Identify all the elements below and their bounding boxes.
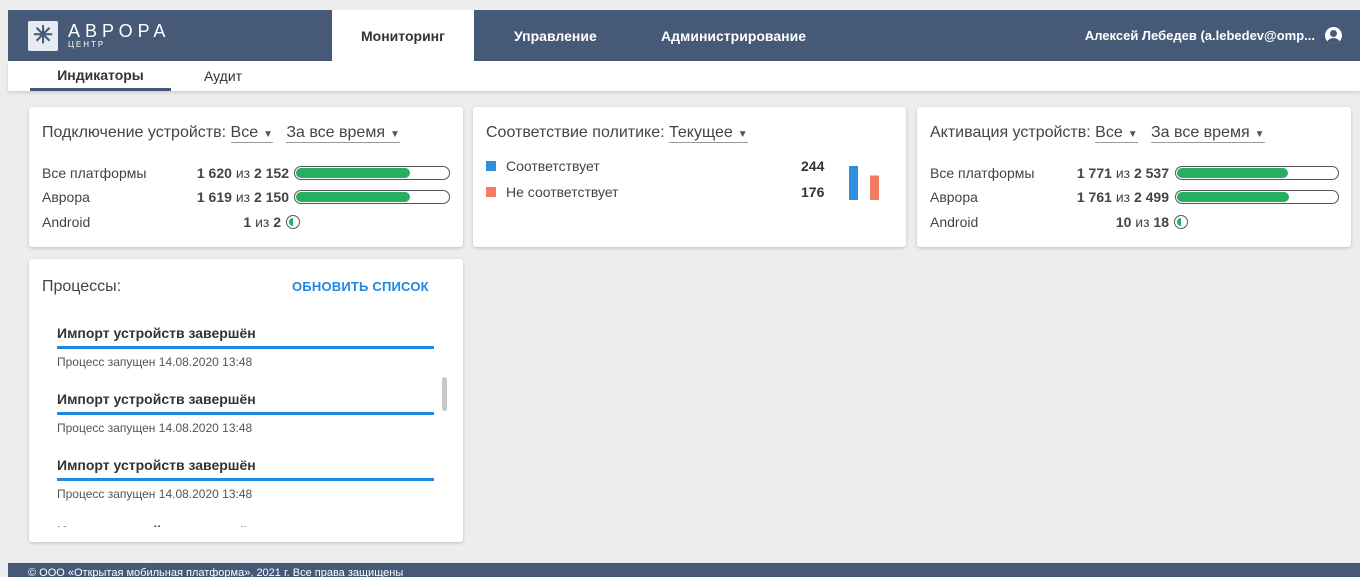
logo-icon: ✳ xyxy=(28,20,58,51)
activation-title: Активация устройств: xyxy=(930,124,1091,141)
tab-management[interactable]: Управление xyxy=(514,10,597,61)
progress-bar xyxy=(1175,190,1339,204)
stat-count: 1 620 из 2 152 xyxy=(196,165,289,181)
legend-compliant: Соответствует xyxy=(486,157,600,175)
legend-noncompliant: Не соответствует xyxy=(486,183,619,201)
footer: © ООО «Открытая мобильная платформа», 20… xyxy=(8,563,1360,577)
platform-filter-dropdown[interactable]: Все ▼ xyxy=(1095,124,1138,143)
refresh-list-button[interactable]: ОБНОВИТЬ СПИСОК xyxy=(292,279,429,294)
user-name: Алексей Лебедев (a.lebedev@omp... xyxy=(1084,28,1315,43)
sub-navigation: Индикаторы Аудит xyxy=(8,61,1360,91)
logo-sub: ЦЕНТР xyxy=(68,39,106,49)
card-title: Активация устройств: Все ▼ За все время ▼ xyxy=(930,124,1265,143)
process-progress-line xyxy=(57,346,434,349)
stat-count: 1 771 из 2 537 xyxy=(1076,165,1169,181)
user-menu[interactable]: Алексей Лебедев (a.lebedev@omp... xyxy=(1085,10,1342,61)
process-title: Импорт устройств завершён xyxy=(57,457,256,473)
row-label: Android xyxy=(930,214,979,230)
row-label: Аврора xyxy=(930,189,978,205)
chevron-down-icon: ▼ xyxy=(389,129,400,140)
device-connection-card: Подключение устройств: Все ▼ За все время… xyxy=(29,107,463,247)
top-header: ✳ АВРОРА ЦЕНТР Мониторинг Управление Адм… xyxy=(8,10,1360,61)
row-label: Все платформы xyxy=(42,165,147,181)
stat-count: 10 из 18 xyxy=(1115,214,1169,230)
stat-count: 1 из 2 xyxy=(243,214,281,230)
period-filter-dropdown[interactable]: За все время ▼ xyxy=(286,124,400,143)
list-item[interactable]: Импорт устройств завершён Процесс запуще… xyxy=(57,321,437,387)
policy-compliance-card: Соответствие политике: Текущее ▼ Соответс… xyxy=(473,107,906,247)
compliance-bar-1 xyxy=(870,175,879,200)
chevron-down-icon: ▼ xyxy=(1127,129,1138,140)
compliant-count: 244 xyxy=(801,158,825,174)
process-subtitle: Процесс запущен 14.08.2020 13:48 xyxy=(57,355,253,369)
stat-row: Android xyxy=(930,212,978,232)
legend-label: Соответствует xyxy=(506,158,600,174)
stat-row: Все платформы xyxy=(42,163,146,183)
list-item[interactable]: Импорт устройств завершён Процесс запуще… xyxy=(57,387,437,453)
legend-label: Не соответствует xyxy=(506,184,619,200)
scrollbar[interactable] xyxy=(442,377,447,411)
chevron-down-icon: ▼ xyxy=(263,129,273,140)
legend-swatch xyxy=(486,187,496,197)
process-list[interactable]: Импорт устройств завершён Процесс запуще… xyxy=(57,321,437,527)
process-subtitle: Процесс запущен 14.08.2020 13:48 xyxy=(57,421,253,435)
stat-row: Android xyxy=(42,212,90,232)
progress-bar xyxy=(294,166,450,180)
tab-monitoring[interactable]: Мониторинг xyxy=(332,10,474,61)
process-title: Импорт устройств завершён xyxy=(57,391,256,407)
stat-row: Аврора xyxy=(42,187,90,207)
row-label: Все платформы xyxy=(930,165,1035,181)
mini-progress-indicator xyxy=(286,215,300,229)
process-title: Импорт устройств завершён xyxy=(57,325,256,341)
process-title: Импорт устройств завершён xyxy=(57,519,437,527)
row-label: Аврора xyxy=(42,189,90,205)
stat-row: Все платформы xyxy=(930,163,1034,183)
processes-title: Процессы: xyxy=(42,278,122,295)
card-title: Соответствие политике: Текущее ▼ xyxy=(486,124,748,143)
legend-swatch xyxy=(486,161,496,171)
stat-count: 1 619 из 2 150 xyxy=(196,189,289,205)
period-filter-dropdown[interactable]: За все время ▼ xyxy=(1150,124,1265,143)
stat-count: 1 761 из 2 499 xyxy=(1076,189,1169,205)
device-activation-card: Активация устройств: Все ▼ За все время ▼ … xyxy=(917,107,1351,247)
chevron-down-icon: ▼ xyxy=(1254,129,1265,140)
progress-bar xyxy=(1175,166,1339,180)
progress-bar xyxy=(294,190,450,204)
processes-card: Процессы: ОБНОВИТЬ СПИСОК Импорт устройс… xyxy=(29,259,463,542)
noncompliant-count: 176 xyxy=(801,184,825,200)
list-item[interactable]: Импорт устройств завершён Процесс запуще… xyxy=(57,453,437,519)
compliance-filter-dropdown[interactable]: Текущее ▼ xyxy=(669,124,748,143)
logo-name: АВРОРА xyxy=(68,20,171,41)
card-title: Подключение устройств: Все ▼ За все время… xyxy=(42,124,400,143)
stat-row: Аврора xyxy=(930,187,978,207)
connection-title: Подключение устройств: xyxy=(42,124,227,141)
compliance-title: Соответствие политике: xyxy=(486,124,665,141)
row-label: Android xyxy=(42,214,91,230)
user-account-icon[interactable] xyxy=(1325,27,1342,44)
app: ✳ АВРОРА ЦЕНТР Мониторинг Управление Адм… xyxy=(8,10,1360,577)
compliance-mini-chart xyxy=(849,166,879,200)
chevron-down-icon: ▼ xyxy=(737,129,748,140)
subtab-audit[interactable]: Аудит xyxy=(188,61,258,91)
subtab-indicators[interactable]: Индикаторы xyxy=(30,61,171,91)
process-progress-line xyxy=(57,478,434,481)
logo[interactable]: ✳ АВРОРА ЦЕНТР xyxy=(28,10,170,61)
process-progress-line xyxy=(57,412,434,415)
compliance-bar-0 xyxy=(849,166,858,200)
mini-progress-indicator xyxy=(1174,215,1188,229)
process-subtitle: Процесс запущен 14.08.2020 13:48 xyxy=(57,487,253,501)
list-item[interactable]: Импорт устройств завершён xyxy=(57,519,437,527)
tab-administration[interactable]: Администрирование xyxy=(661,10,806,61)
platform-filter-dropdown[interactable]: Все ▼ xyxy=(230,124,273,143)
